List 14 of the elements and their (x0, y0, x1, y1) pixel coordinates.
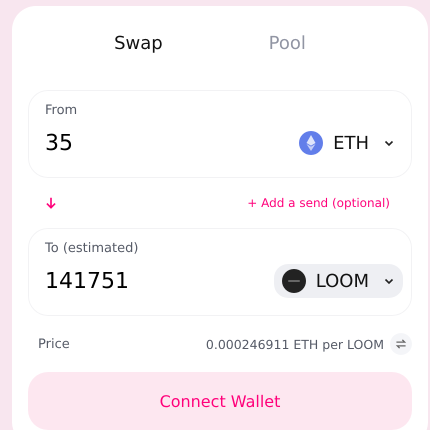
swap-arrows-icon[interactable] (390, 333, 412, 355)
token-selector[interactable]: ETH (291, 126, 403, 160)
panel-label: From (45, 103, 78, 118)
token-logo-icon (282, 269, 306, 293)
price-value: 0.000246911 ETH per LOOM (206, 336, 384, 352)
ethereum-icon (299, 131, 324, 155)
add-send-link[interactable]: + Add a send (optional) (247, 196, 390, 210)
amount-field[interactable]: 141751 (45, 268, 195, 294)
arrow-down-icon[interactable] (44, 196, 58, 210)
amount-field[interactable]: 35 (45, 130, 195, 156)
tab[interactable]: Swap (106, 28, 171, 58)
price-label: Price (38, 336, 70, 352)
panel-label: To (estimated) (45, 241, 140, 256)
token-selector[interactable]: LOOM (274, 264, 403, 298)
